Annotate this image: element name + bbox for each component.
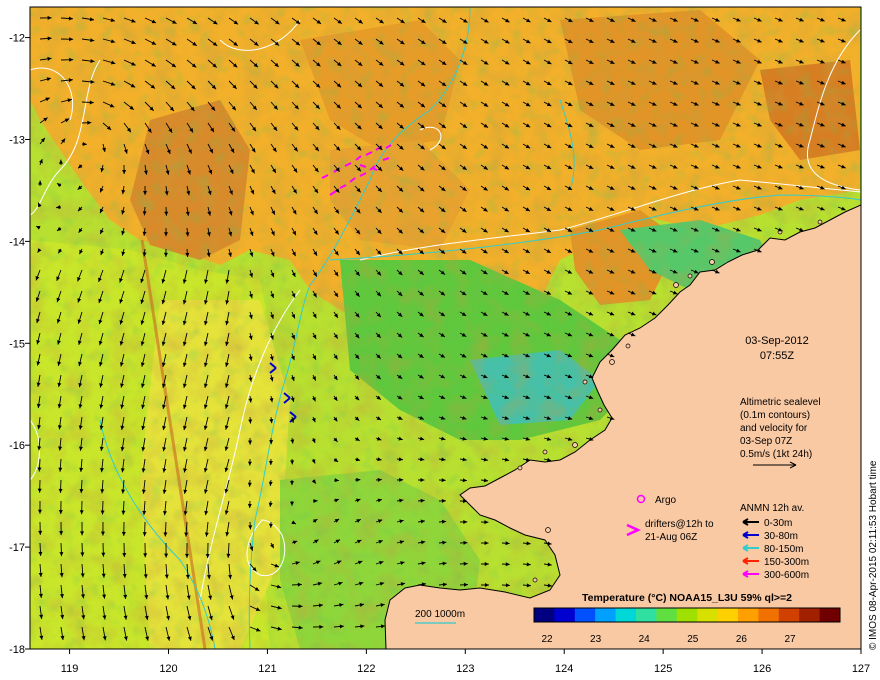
altimetry-line: 03-Sep 07Z [740, 436, 792, 447]
lon-tick-label: 125 [654, 663, 672, 675]
altimetry-line: Altimetric sealevel [740, 397, 821, 408]
bathymetry-label: 200 1000m [415, 609, 465, 620]
latitude-axis: -12 -13 -14 -15 -16 -17 -18 [9, 33, 30, 656]
lon-tick-label: 122 [357, 663, 375, 675]
lon-tick-label: 120 [159, 663, 177, 675]
depth-label: 300-600m [764, 570, 809, 581]
lat-tick-label: -14 [9, 236, 25, 248]
colorbar-cell [778, 608, 800, 622]
lat-tick-label: -15 [9, 338, 25, 350]
lon-tick-label: 119 [61, 663, 79, 675]
colorbar-tick-label: 22 [541, 634, 553, 645]
colorbar-title: Temperature (°C) NOAA15_L3U 59% ql>=2 [582, 592, 792, 604]
colorbar-cell [554, 608, 576, 622]
altimetry-line: and velocity for [740, 423, 808, 434]
plot-area [30, 7, 861, 649]
colorbar-cell [738, 608, 759, 622]
time-label: 07:55Z [760, 350, 795, 362]
credit-text: © IMOS 08-Apr-2015 02:11:53 Hobart time [868, 460, 879, 650]
colorbar-cell [534, 608, 555, 622]
lat-tick-label: -16 [9, 440, 25, 452]
colorbar-tick-label: 25 [687, 634, 699, 645]
colorbar-cell [574, 608, 596, 622]
lon-tick-label: 121 [258, 663, 276, 675]
lon-tick-label: 127 [852, 663, 870, 675]
lon-tick-label: 126 [753, 663, 771, 675]
colorbar-cell [717, 608, 739, 622]
colorbar-cell [615, 608, 637, 622]
argo-label: Argo [655, 495, 677, 506]
colorbar-cell [758, 608, 780, 622]
colorbar-cell [819, 608, 841, 622]
depth-label: 30-80m [764, 531, 798, 542]
lat-tick-label: -12 [9, 33, 25, 45]
anmn-title: ANMN 12h av. [740, 503, 804, 514]
colorbar-cell [636, 608, 657, 622]
map-figure: 119 120 121 122 123 124 125 126 127 -12 -13 -14 -15… [0, 0, 880, 680]
colorbar-tick-label: 23 [590, 634, 602, 645]
lat-tick-label: -17 [9, 542, 25, 554]
altimetry-line: 0.5m/s (1kt 24h) [740, 449, 812, 460]
lat-tick-label: -18 [9, 644, 25, 656]
depth-label: 150-300m [764, 557, 809, 568]
colorbar-tick-label: 27 [784, 634, 796, 645]
sea-surface-temperature-map: 119 120 121 122 123 124 125 126 127 -12 -13 -14 -15… [9, 6, 879, 675]
lon-tick-label: 124 [555, 663, 573, 675]
colorbar-cell [595, 608, 617, 622]
lon-tick-label: 123 [456, 663, 474, 675]
drifters-line: drifters@12h to [645, 519, 714, 530]
lat-tick-label: -13 [9, 134, 25, 146]
depth-label: 80-150m [764, 544, 803, 555]
date-label: 03-Sep-2012 [745, 335, 809, 347]
altimetry-line: (0.1m contours) [740, 410, 810, 421]
longitude-axis: 119 120 121 122 123 124 125 126 127 [61, 649, 870, 675]
drifters-line: 21-Aug 06Z [645, 532, 697, 543]
colorbar-tick-label: 24 [639, 634, 651, 645]
colorbar-cell [676, 608, 698, 622]
colorbar-cell [799, 608, 821, 622]
colorbar-cell [656, 608, 678, 622]
colorbar-cell [697, 608, 719, 622]
depth-label: 0-30m [764, 518, 792, 529]
colorbar-tick-label: 26 [736, 634, 748, 645]
